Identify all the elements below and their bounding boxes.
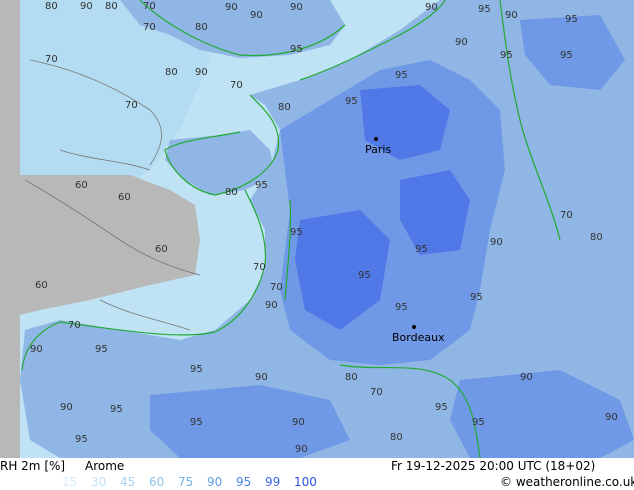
contour-label: 95: [190, 364, 203, 375]
contour-label: 70: [270, 282, 283, 293]
contour-label: 90: [255, 372, 268, 383]
legend-level: 30: [91, 475, 107, 489]
valid-time-label: Fr 19-12-2025 20:00 UTC (18+02): [391, 459, 596, 473]
legend-level: 75: [178, 475, 194, 489]
contour-label: 95: [290, 227, 303, 238]
contour-label: 95: [435, 402, 448, 413]
legend-level: 15: [62, 475, 78, 489]
contour-label: 80: [165, 67, 178, 78]
contour-label: 90: [425, 2, 438, 13]
contour-label: 95: [470, 292, 483, 303]
legend-level: 100: [294, 475, 317, 489]
contour-label: 80: [45, 1, 58, 12]
parameter-label: RH 2m [%]: [0, 459, 66, 473]
credit-label: © weatheronline.co.uk: [500, 475, 634, 489]
contour-label: 90: [292, 417, 305, 428]
contour-label: 95: [565, 14, 578, 25]
map-canvas: 80 90 80 70 90 90 90 95 90 95 70 80 90 9…: [0, 0, 634, 458]
contour-label: 95: [395, 70, 408, 81]
contour-label: 95: [472, 417, 485, 428]
city-label: Paris: [365, 143, 391, 156]
contour-label: 80: [345, 372, 358, 383]
contour-label: 70: [125, 100, 138, 111]
contour-label: 70: [560, 210, 573, 221]
city-label: Bordeaux: [392, 331, 445, 344]
contour-label: 90: [290, 2, 303, 13]
contour-label: 90: [505, 10, 518, 21]
weather-map: 80 90 80 70 90 90 90 95 90 95 70 80 90 9…: [0, 0, 634, 458]
contour-label: 95: [560, 50, 573, 61]
contour-label: 95: [500, 50, 513, 61]
footer-row-title: RH 2m [%] Arome Fr 19-12-2025 20:00 UTC …: [0, 458, 634, 474]
contour-label: 95: [190, 417, 203, 428]
contour-label: 95: [478, 4, 491, 15]
legend-level: 45: [120, 475, 136, 489]
city-marker: [412, 325, 416, 329]
contour-label: 90: [30, 344, 43, 355]
contour-label: 95: [95, 344, 108, 355]
contour-label: 90: [295, 444, 308, 455]
legend-level: 60: [149, 475, 165, 489]
contour-label: 70: [253, 262, 266, 273]
contour-label: 70: [143, 1, 156, 12]
contour-label: 80: [105, 1, 118, 12]
contour-label: 95: [75, 434, 88, 445]
contour-label: 90: [60, 402, 73, 413]
masked-strip: [0, 0, 20, 458]
contour-label: 95: [255, 180, 268, 191]
contour-label: 80: [195, 22, 208, 33]
contour-label: 80: [390, 432, 403, 443]
contour-label: 90: [605, 412, 618, 423]
contour-label: 95: [110, 404, 123, 415]
contour-label: 95: [290, 44, 303, 55]
contour-label: 95: [358, 270, 371, 281]
contour-label: 60: [118, 192, 131, 203]
contour-label: 80: [225, 187, 238, 198]
contour-label: 90: [225, 2, 238, 13]
legend-level: 90: [207, 475, 223, 489]
contour-label: 60: [155, 244, 168, 255]
contour-label: 70: [230, 80, 243, 91]
city-marker: [374, 137, 378, 141]
contour-label: 80: [278, 102, 291, 113]
contour-label: 80: [590, 232, 603, 243]
legend-level: 95: [236, 475, 252, 489]
contour-label: 95: [345, 96, 358, 107]
model-label: Arome: [85, 459, 125, 473]
contour-label: 70: [45, 54, 58, 65]
contour-label: 90: [195, 67, 208, 78]
contour-label: 60: [35, 280, 48, 291]
footer-bar: RH 2m [%] Arome Fr 19-12-2025 20:00 UTC …: [0, 458, 634, 490]
contour-label: 90: [490, 237, 503, 248]
contour-label: 60: [75, 180, 88, 191]
contour-label: 90: [265, 300, 278, 311]
contour-label: 90: [250, 10, 263, 21]
contour-label: 95: [395, 302, 408, 313]
contour-label: 70: [68, 320, 81, 331]
contour-label: 70: [370, 387, 383, 398]
contour-label: 90: [80, 1, 93, 12]
contour-label: 95: [415, 244, 428, 255]
contour-label: 90: [455, 37, 468, 48]
contour-label: 90: [520, 372, 533, 383]
legend-level: 99: [265, 475, 281, 489]
footer-row-legend: 15 30 45 60 75 90 95 99 100 © weatheronline.co.u…: [0, 474, 634, 490]
contour-label: 70: [143, 22, 156, 33]
